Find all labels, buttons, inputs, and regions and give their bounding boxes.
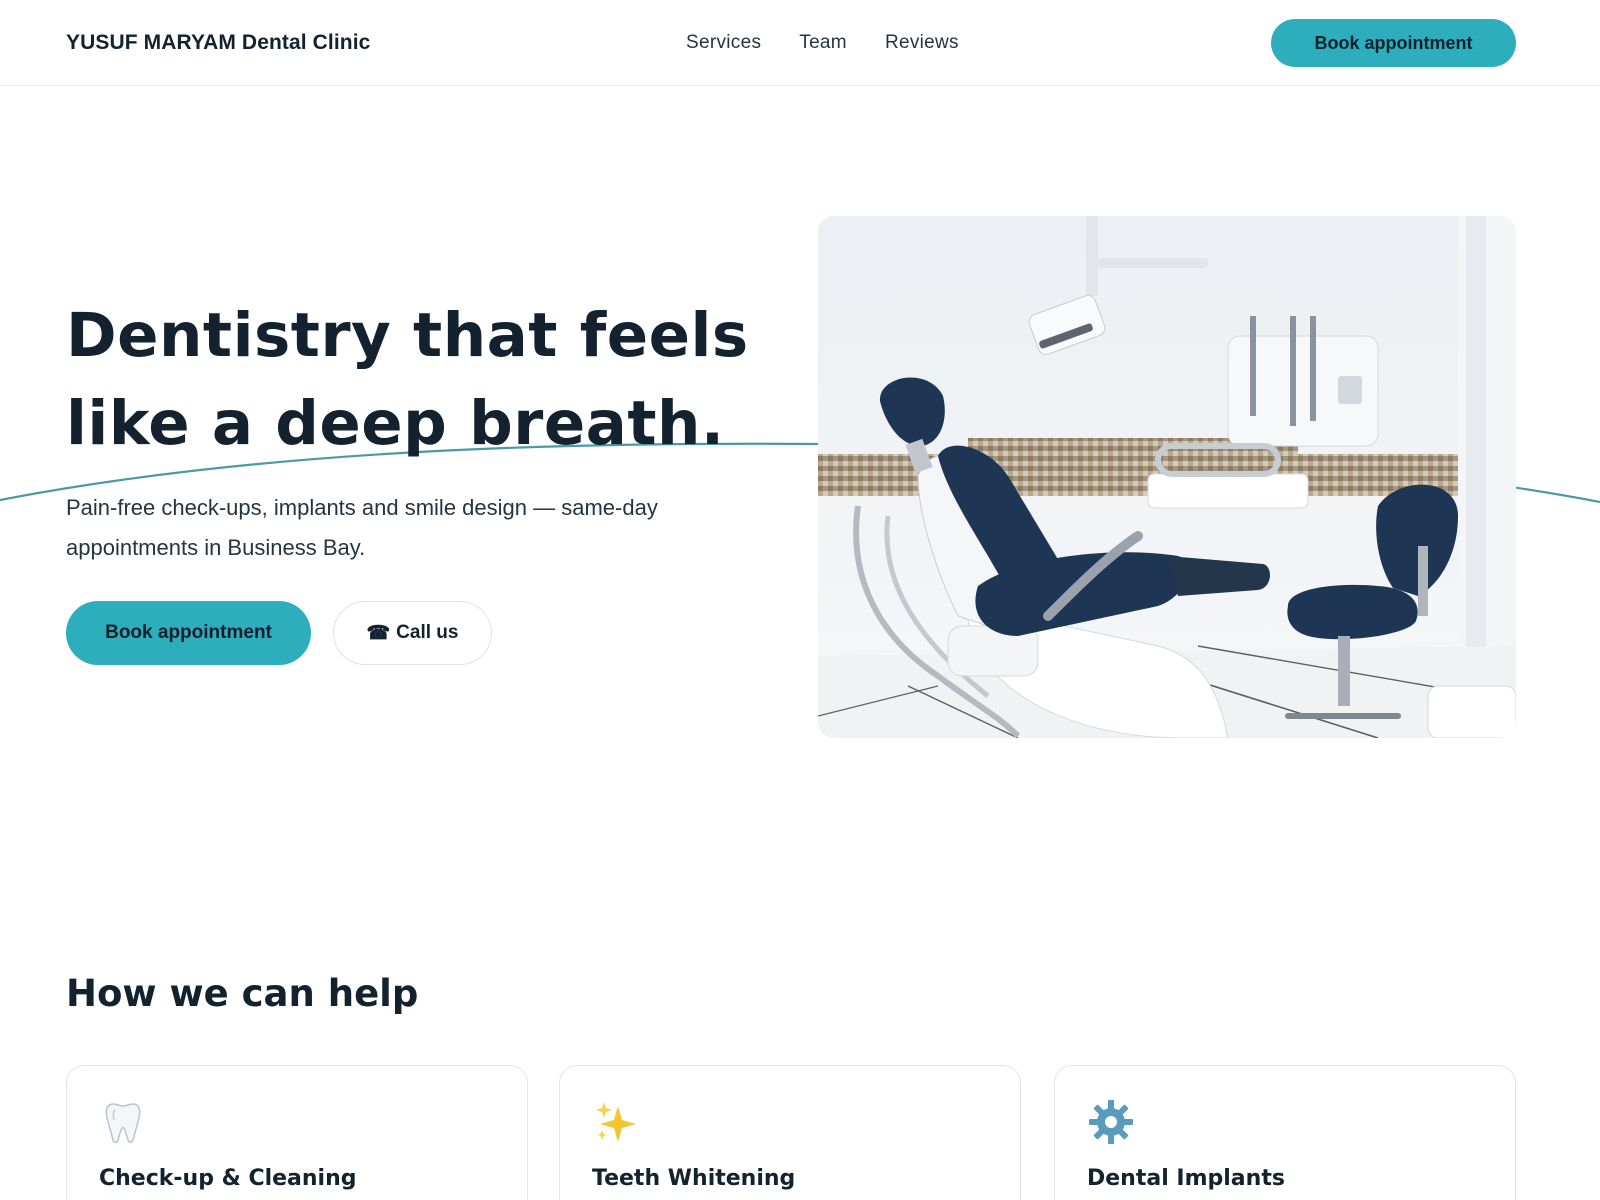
nav-link-reviews[interactable]: Reviews	[885, 32, 959, 54]
hero-title-line-1: Dentistry that feels	[66, 300, 749, 371]
sparkles-icon	[596, 1102, 636, 1142]
hero-dental-chair-image	[818, 216, 1516, 738]
service-card-implants[interactable]: Dental Implants	[1054, 1065, 1516, 1200]
service-card-checkup[interactable]: Check-up & Cleaning	[66, 1065, 528, 1200]
hero-book-appointment-button[interactable]: Book appointment	[66, 601, 311, 665]
brand-logo-text[interactable]: YUSUF MARYAM Dental Clinic	[66, 31, 370, 55]
hero-title: Dentistry that feels like a deep breath.	[66, 292, 786, 468]
tooth-icon	[105, 1103, 141, 1143]
call-us-button[interactable]: ☎ Call us	[333, 601, 492, 665]
nav-link-team[interactable]: Team	[799, 32, 847, 54]
hero-subtitle: Pain-free check-ups, implants and smile …	[66, 495, 658, 560]
service-card-title: Check-up & Cleaning	[99, 1166, 357, 1191]
phone-icon: ☎	[366, 622, 391, 644]
hero-title-line-2: like a deep breath.	[66, 388, 725, 459]
site-header: YUSUF MARYAM Dental Clinic Services Team…	[0, 0, 1600, 86]
service-card-title: Dental Implants	[1087, 1166, 1285, 1191]
service-card-title: Teeth Whitening	[592, 1166, 796, 1191]
nav-link-services[interactable]: Services	[686, 32, 761, 54]
service-card-whitening[interactable]: Teeth Whitening	[559, 1065, 1021, 1200]
header-book-appointment-button[interactable]: Book appointment	[1271, 19, 1516, 67]
call-us-label: Call us	[396, 622, 459, 643]
services-section-title: How we can help	[66, 972, 419, 1015]
main-nav: Services Team Reviews	[686, 32, 959, 54]
dental-chair-illustration	[818, 216, 1516, 738]
gear-icon	[1089, 1100, 1133, 1144]
